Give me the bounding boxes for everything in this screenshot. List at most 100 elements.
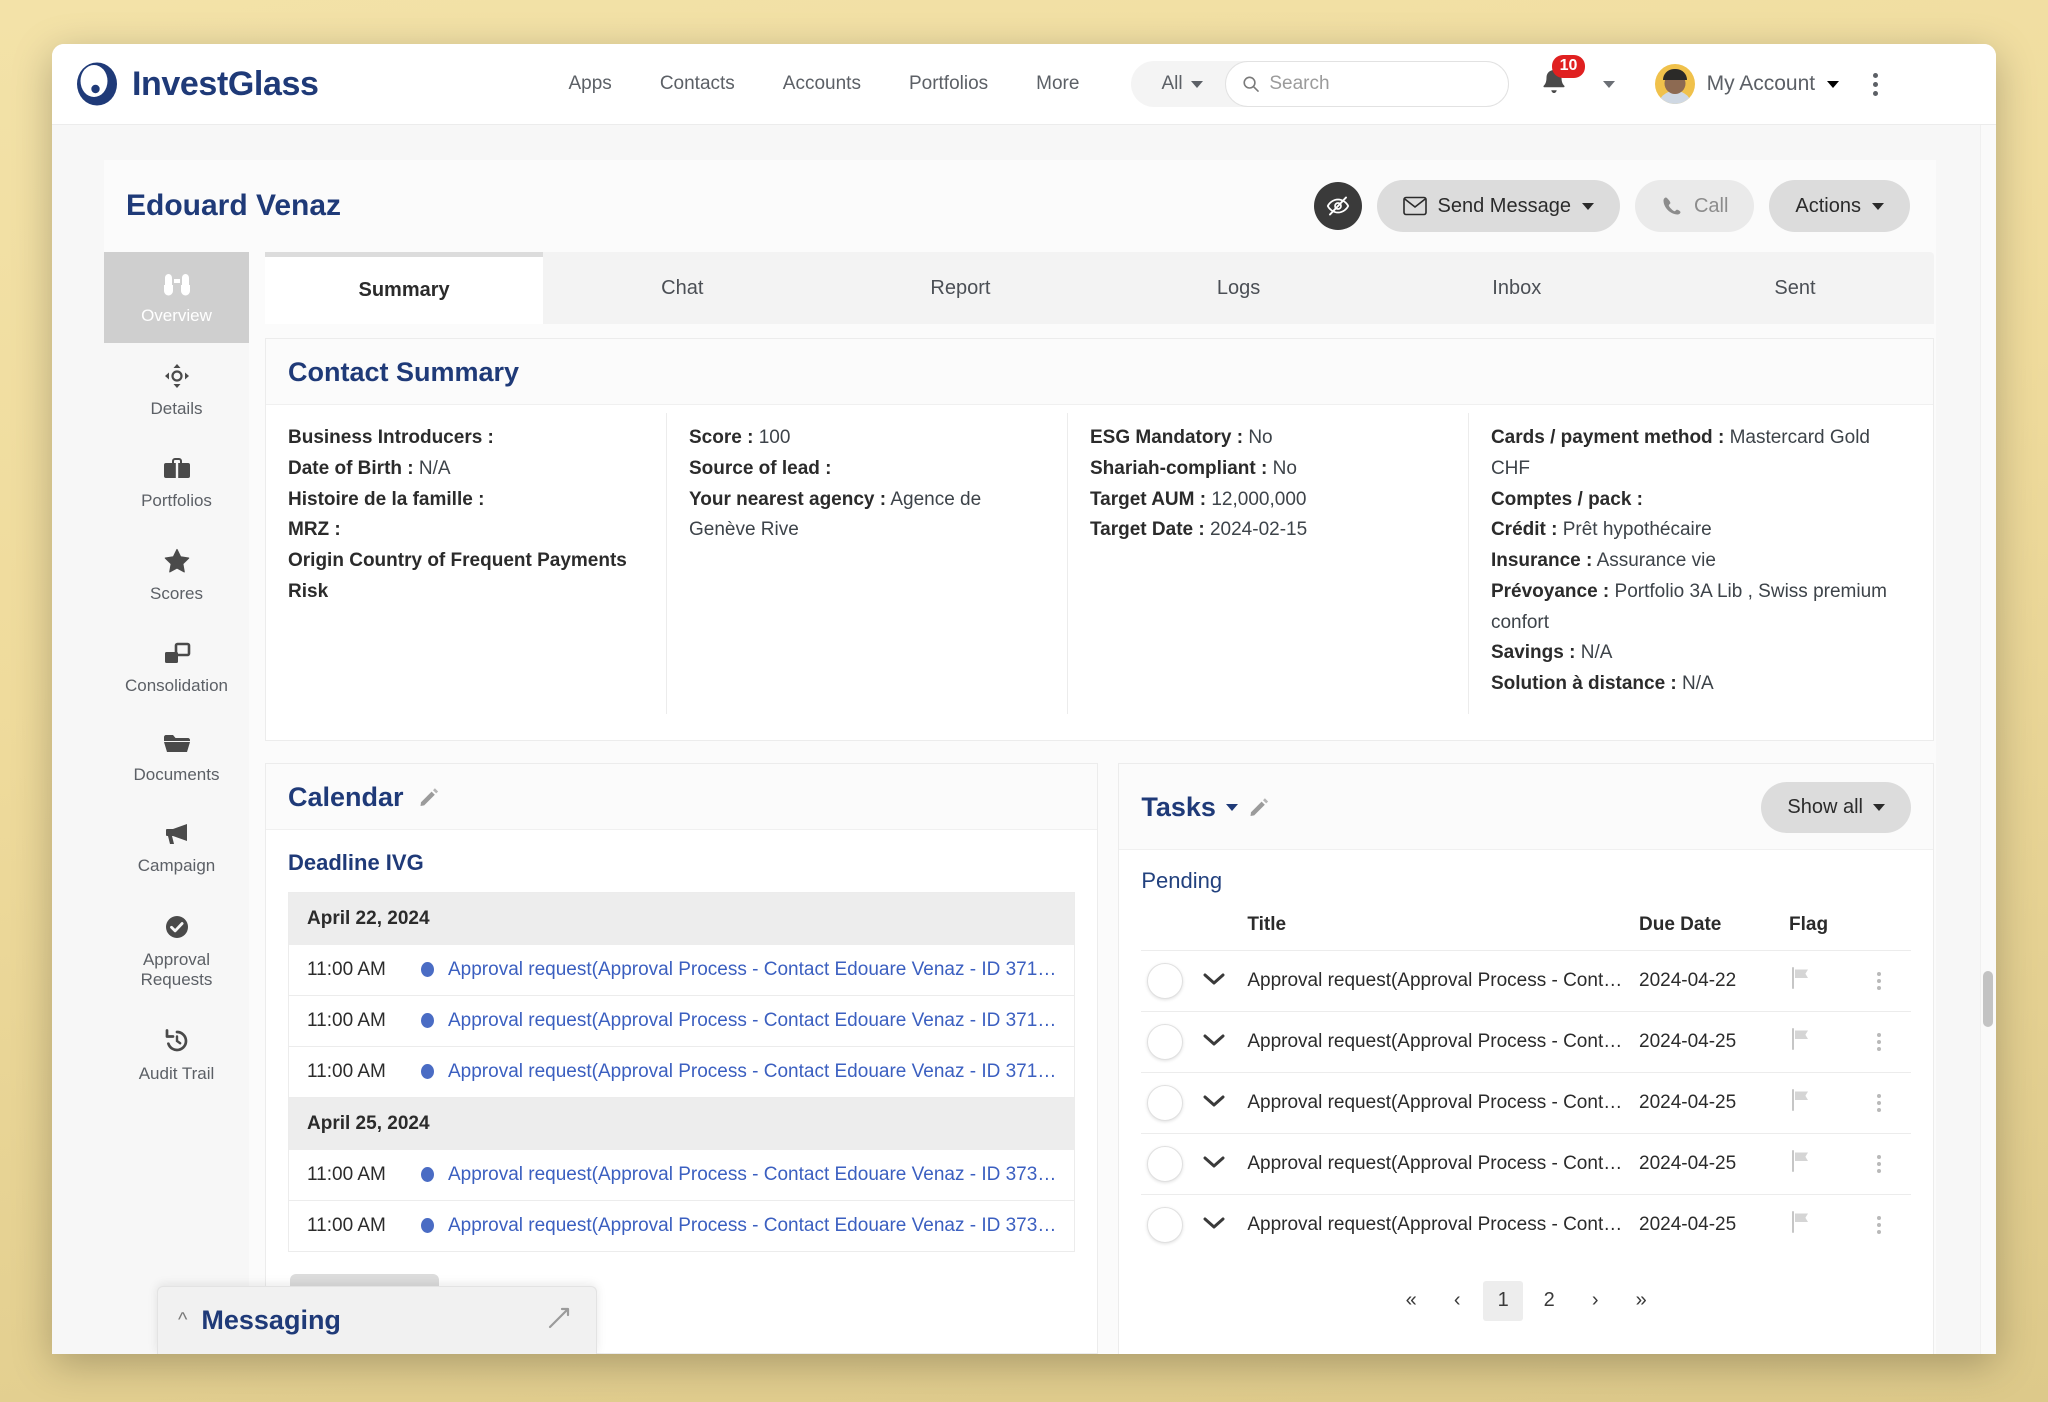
chevron-down-icon[interactable] [1203, 972, 1225, 986]
summary-field: Target AUM : 12,000,000 [1089, 488, 1307, 510]
history-icon [165, 1028, 187, 1051]
calendar-event-row[interactable]: 11:00 AM Approval request(Approval Proce… [289, 1200, 1075, 1252]
chevron-down-icon [1872, 202, 1884, 210]
notifications-button[interactable]: 10 [1539, 54, 1586, 103]
event-title-link[interactable]: Approval request(Approval Process - Cont… [448, 1215, 1056, 1237]
search-input[interactable] [1269, 73, 1492, 95]
summary-column-2: Score : 100 Source of lead : Your neares… [665, 413, 1067, 714]
sidebar-item-audit-trail[interactable]: Audit Trail [104, 1008, 249, 1101]
actions-button[interactable]: Actions [1769, 180, 1910, 232]
page-scrollbar[interactable] [1980, 125, 1996, 1354]
nav-link-apps[interactable]: Apps [545, 65, 636, 103]
nav-link-portfolios[interactable]: Portfolios [885, 65, 1012, 103]
chevron-down-icon[interactable] [1203, 1155, 1225, 1169]
event-title-link[interactable]: Approval request(Approval Process - Cont… [448, 959, 1056, 981]
pagination-first[interactable]: « [1391, 1281, 1431, 1321]
account-menu[interactable]: My Account [1654, 64, 1840, 104]
tab-report[interactable]: Report [821, 252, 1099, 324]
task-kebab-menu-icon[interactable] [1877, 971, 1905, 990]
calendar-event-row[interactable]: 11:00 AM Approval request(Approval Proce… [289, 944, 1075, 996]
chevron-down-icon[interactable] [1203, 1094, 1225, 1108]
chevron-up-icon[interactable]: ^ [178, 1309, 187, 1332]
event-title-link[interactable]: Approval request(Approval Process - Cont… [448, 1164, 1056, 1186]
event-title-link[interactable]: Approval request(Approval Process - Cont… [448, 1061, 1056, 1083]
sidebar-item-details[interactable]: Details [104, 343, 249, 436]
sidebar-item-label: Campaign [137, 856, 216, 876]
pagination-page-1[interactable]: 1 [1483, 1280, 1524, 1321]
calendar-event-row[interactable]: 11:00 AM Approval request(Approval Proce… [289, 1149, 1075, 1201]
show-all-button[interactable]: Show all [1761, 781, 1911, 833]
sidebar-item-scores[interactable]: Scores [104, 528, 249, 621]
contact-page: Edouard Venaz Send Message Call Actions … [104, 160, 1936, 1354]
table-row[interactable]: Approval request(Approval Process - Cont… [1141, 1193, 1911, 1255]
flag-icon[interactable] [1789, 1149, 1811, 1173]
nav-link-accounts[interactable]: Accounts [759, 65, 885, 103]
tasks-chevron-down-icon[interactable] [1225, 803, 1238, 811]
kebab-menu-icon[interactable] [1873, 72, 1879, 96]
task-checkbox[interactable] [1147, 962, 1184, 999]
task-title-link[interactable]: Approval request(Approval Process - Cont… [1241, 949, 1633, 1012]
page-scrollbar-thumb[interactable] [1983, 971, 1993, 1027]
table-row[interactable]: Approval request(Approval Process - Cont… [1141, 1132, 1911, 1195]
search-input-wrap[interactable] [1224, 61, 1509, 107]
tab-chat[interactable]: Chat [543, 252, 821, 324]
summary-column-1: Business Introducers : Date of Birth : N… [266, 413, 666, 714]
pagination-next[interactable]: › [1575, 1281, 1615, 1321]
event-time: 11:00 AM [307, 1009, 386, 1031]
table-row[interactable]: Approval request(Approval Process - Cont… [1141, 1010, 1911, 1073]
send-message-button[interactable]: Send Message [1376, 180, 1620, 232]
pencil-icon[interactable] [1248, 796, 1270, 818]
call-button[interactable]: Call [1634, 180, 1755, 232]
summary-field: Histoire de la famille : [288, 488, 485, 510]
sidebar-item-campaign[interactable]: Campaign [104, 802, 249, 893]
pagination-prev[interactable]: ‹ [1437, 1281, 1477, 1321]
nav-link-contacts[interactable]: Contacts [636, 65, 759, 103]
task-checkbox[interactable] [1147, 1023, 1184, 1060]
task-checkbox[interactable] [1147, 1084, 1184, 1121]
search-scope-select[interactable]: All [1135, 73, 1224, 95]
notifications-chevron-down-icon[interactable] [1602, 80, 1615, 88]
sidebar-item-overview[interactable]: Overview [104, 252, 249, 344]
table-row[interactable]: Approval request(Approval Process - Cont… [1141, 1071, 1911, 1134]
brand-logo-link[interactable]: InvestGlass [74, 61, 319, 107]
messaging-left: ^ Messaging [178, 1305, 341, 1336]
task-kebab-menu-icon[interactable] [1877, 1032, 1905, 1051]
pencil-icon[interactable] [418, 786, 440, 808]
toggle-visibility-button[interactable] [1313, 182, 1362, 230]
task-kebab-menu-icon[interactable] [1877, 1154, 1905, 1173]
pagination-last[interactable]: » [1621, 1281, 1661, 1321]
task-title-link[interactable]: Approval request(Approval Process - Cont… [1241, 1193, 1633, 1255]
task-kebab-menu-icon[interactable] [1877, 1215, 1905, 1234]
expand-diagonal-icon[interactable] [546, 1305, 572, 1336]
lower-row: Calendar Deadline IVG April 22, 2024 11:… [265, 762, 1934, 1354]
chevron-down-icon[interactable] [1203, 1033, 1225, 1047]
flag-icon[interactable] [1789, 1210, 1811, 1234]
tab-logs[interactable]: Logs [1100, 252, 1378, 324]
calendar-event-row[interactable]: 11:00 AM Approval request(Approval Proce… [289, 1046, 1075, 1098]
task-title-link[interactable]: Approval request(Approval Process - Cont… [1241, 1132, 1633, 1195]
messaging-widget[interactable]: ^ Messaging [157, 1286, 597, 1354]
sidebar-item-approval-requests[interactable]: Approval Requests [104, 894, 249, 1008]
summary-field: Business Introducers : [288, 427, 494, 448]
chevron-down-icon[interactable] [1203, 1216, 1225, 1230]
sidebar-item-portfolios[interactable]: Portfolios [104, 437, 249, 528]
task-checkbox[interactable] [1147, 1206, 1184, 1243]
nav-link-more[interactable]: More [1012, 65, 1103, 103]
calendar-event-row[interactable]: 11:00 AM Approval request(Approval Proce… [289, 995, 1075, 1047]
tasks-table-header-row: Title Due Date Flag [1141, 904, 1911, 951]
tab-inbox[interactable]: Inbox [1378, 252, 1656, 324]
flag-icon[interactable] [1789, 1027, 1811, 1051]
task-kebab-menu-icon[interactable] [1877, 1093, 1905, 1112]
task-title-link[interactable]: Approval request(Approval Process - Cont… [1241, 1071, 1633, 1134]
event-title-link[interactable]: Approval request(Approval Process - Cont… [448, 1010, 1056, 1032]
flag-icon[interactable] [1789, 966, 1811, 990]
task-title-link[interactable]: Approval request(Approval Process - Cont… [1241, 1010, 1633, 1073]
table-row[interactable]: Approval request(Approval Process - Cont… [1141, 949, 1911, 1012]
pagination-page-2[interactable]: 2 [1529, 1281, 1569, 1321]
sidebar-item-documents[interactable]: Documents [104, 713, 249, 802]
tab-sent[interactable]: Sent [1656, 252, 1934, 324]
tab-summary[interactable]: Summary [265, 252, 544, 324]
flag-icon[interactable] [1789, 1088, 1811, 1112]
sidebar-item-consolidation[interactable]: Consolidation [104, 622, 249, 713]
task-checkbox[interactable] [1147, 1145, 1184, 1182]
